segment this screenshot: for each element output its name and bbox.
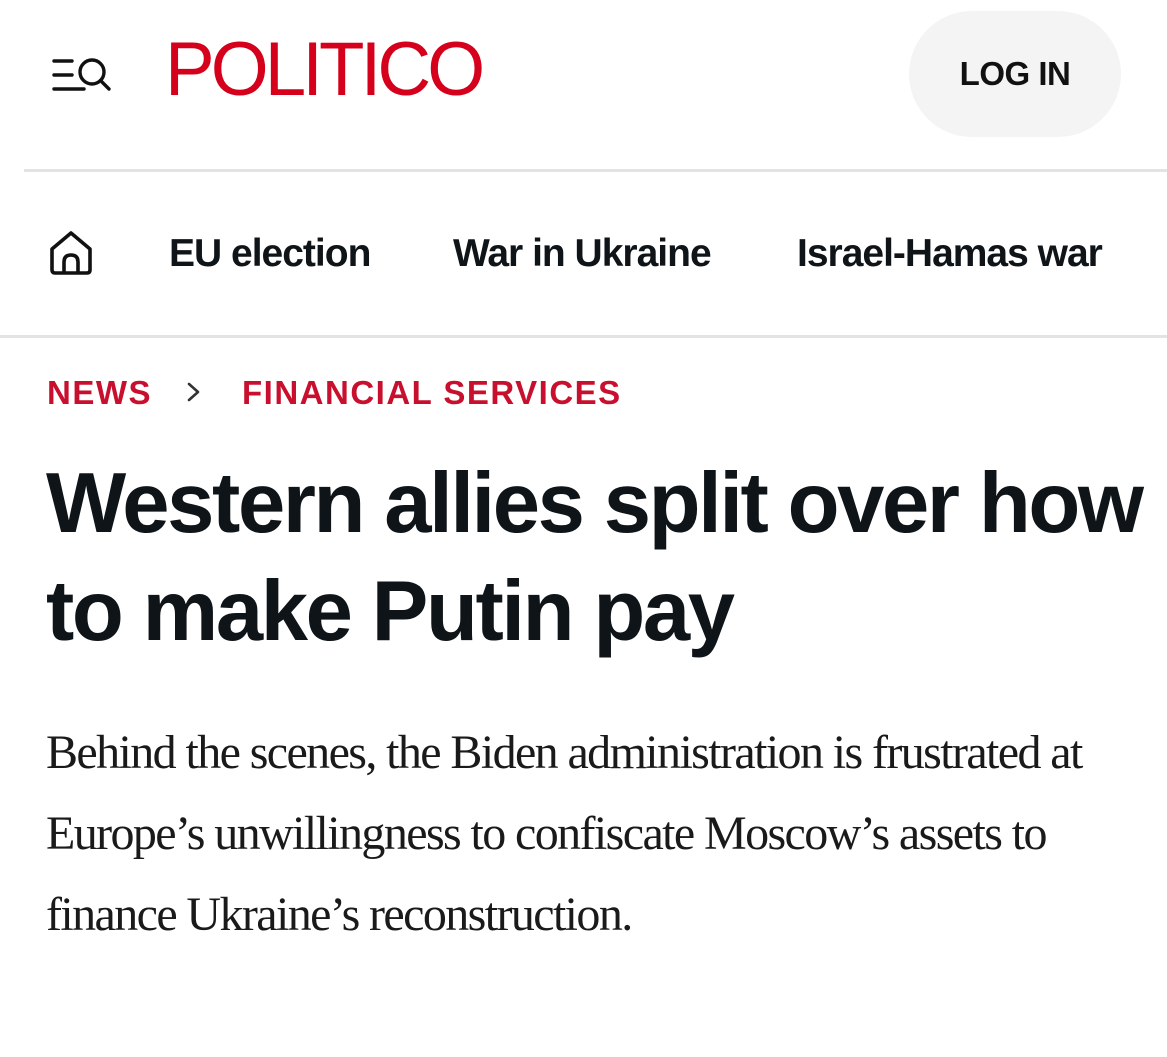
article-page: POLITICO LOG IN EU election War in Ukrai… — [0, 0, 1167, 1057]
nav-item-israel-hamas-war[interactable]: Israel-Hamas war — [797, 232, 1103, 276]
home-icon[interactable] — [46, 228, 96, 278]
nav-item-eu-election[interactable]: EU election — [169, 232, 371, 276]
site-header: POLITICO LOG IN — [0, 0, 1167, 170]
breadcrumb-financial-services[interactable]: FINANCIAL SERVICES — [242, 374, 622, 412]
topic-nav: EU election War in Ukraine Israel-Hamas … — [0, 172, 1167, 336]
politico-logo[interactable]: POLITICO — [165, 32, 485, 108]
chevron-right-icon — [184, 378, 204, 406]
article-headline: Western allies split over how to make Pu… — [46, 456, 1144, 659]
nav-divider — [0, 335, 1167, 338]
article-dek: Behind the scenes, the Biden administrat… — [46, 726, 1083, 941]
menu-search-icon[interactable] — [50, 52, 114, 98]
login-button[interactable]: LOG IN — [909, 11, 1121, 137]
breadcrumb-news[interactable]: NEWS — [47, 374, 152, 412]
nav-item-war-in-ukraine[interactable]: War in Ukraine — [453, 232, 712, 276]
